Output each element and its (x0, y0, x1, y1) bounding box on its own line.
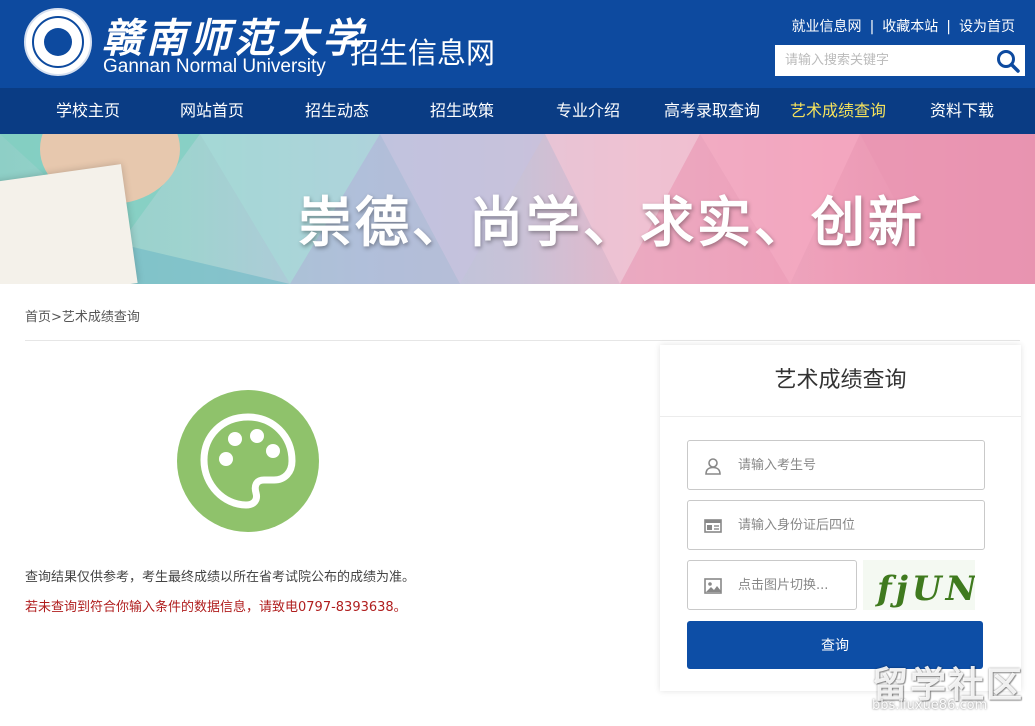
query-panel-title: 艺术成绩查询 (660, 345, 1021, 417)
nav-art-score[interactable]: 艺术成绩查询 (790, 88, 886, 134)
banner: 崇德、尚学、求实、创新 (0, 134, 1035, 284)
breadcrumb: 首页>艺术成绩查询 (25, 306, 140, 325)
top-links: 就业信息网 | 收藏本站 | 设为首页 (792, 16, 1015, 36)
site-name: 招生信息网 (350, 36, 496, 70)
link-set-homepage[interactable]: 设为首页 (959, 19, 1015, 35)
exam-number-input[interactable] (738, 441, 978, 489)
watermark-url: bbs.liuxue86.com (872, 698, 988, 713)
image-icon (704, 578, 722, 594)
breadcrumb-separator: > (51, 310, 62, 325)
id-card-icon (704, 519, 722, 533)
nav-majors[interactable]: 专业介绍 (556, 88, 620, 134)
nav-downloads[interactable]: 资料下载 (930, 88, 994, 134)
link-employment[interactable]: 就业信息网 (792, 19, 862, 35)
nav-gaokao-result[interactable]: 高考录取查询 (664, 88, 760, 134)
nav-school-home[interactable]: 学校主页 (56, 88, 120, 134)
university-name-en[interactable]: Gannan Normal University (103, 56, 326, 78)
user-icon (705, 458, 721, 475)
divider (25, 340, 1020, 341)
university-seal-logo[interactable] (24, 8, 92, 76)
captcha-text: fjUN (875, 569, 975, 609)
site-header: 赣南师范大学 Gannan Normal University 招生信息网 就业… (0, 0, 1035, 88)
search-box (775, 45, 1025, 76)
search-icon[interactable] (995, 48, 1021, 74)
nav-admission-policy[interactable]: 招生政策 (430, 88, 494, 134)
breadcrumb-current: 艺术成绩查询 (61, 310, 140, 325)
main-nav: 学校主页 网站首页 招生动态 招生政策 专业介绍 高考录取查询 艺术成绩查询 资… (0, 88, 1035, 134)
nav-admission-news[interactable]: 招生动态 (305, 88, 369, 134)
exam-number-field (687, 440, 985, 490)
breadcrumb-home[interactable]: 首页 (25, 310, 51, 325)
link-separator: | (946, 19, 951, 35)
id-last4-field (687, 500, 985, 550)
banner-photo-paper (0, 164, 138, 284)
search-input[interactable] (775, 45, 990, 76)
link-bookmark[interactable]: 收藏本站 (882, 19, 938, 35)
watermark: 留学社区 bbs.liuxue86.com (868, 656, 1028, 716)
banner-motto: 崇德、尚学、求实、创新 (298, 191, 925, 254)
result-disclaimer: 查询结果仅供参考，考生最终成绩以所在省考试院公布的成绩为准。 (25, 570, 416, 585)
link-separator: | (869, 19, 875, 35)
captcha-input[interactable] (738, 561, 850, 609)
id-last4-input[interactable] (738, 501, 978, 549)
captcha-image[interactable]: fjUN (863, 560, 975, 610)
contact-notice: 若未查询到符合你输入条件的数据信息，请致电0797-8393638。 (25, 600, 407, 615)
palette-icon (177, 390, 319, 532)
captcha-field (687, 560, 857, 610)
nav-site-home[interactable]: 网站首页 (180, 88, 244, 134)
